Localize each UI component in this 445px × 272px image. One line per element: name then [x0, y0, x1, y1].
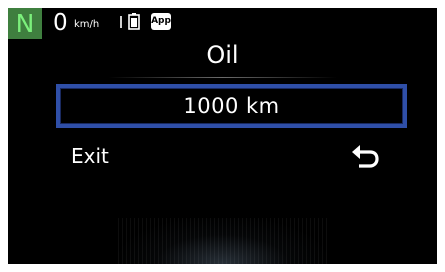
page-title: Oil: [206, 41, 239, 69]
battery-icon: [128, 13, 140, 30]
bottom-glow: [118, 218, 327, 264]
title-divider: [108, 77, 337, 78]
status-bar: N 0 km/h App: [8, 8, 437, 39]
app-icon: App: [151, 13, 171, 30]
oil-value-text: 1000 km: [183, 94, 280, 118]
oil-value-field[interactable]: 1000 km: [56, 84, 407, 128]
gear-indicator: N: [8, 8, 42, 39]
cluster-display: N 0 km/h App Oil 1000 km Exit: [8, 8, 437, 264]
return-arrow-icon[interactable]: [350, 141, 380, 169]
speed-unit: km/h: [74, 19, 100, 30]
exit-button[interactable]: Exit: [71, 143, 109, 169]
signal-icon: [120, 16, 122, 28]
speed-value: 0: [53, 10, 68, 36]
